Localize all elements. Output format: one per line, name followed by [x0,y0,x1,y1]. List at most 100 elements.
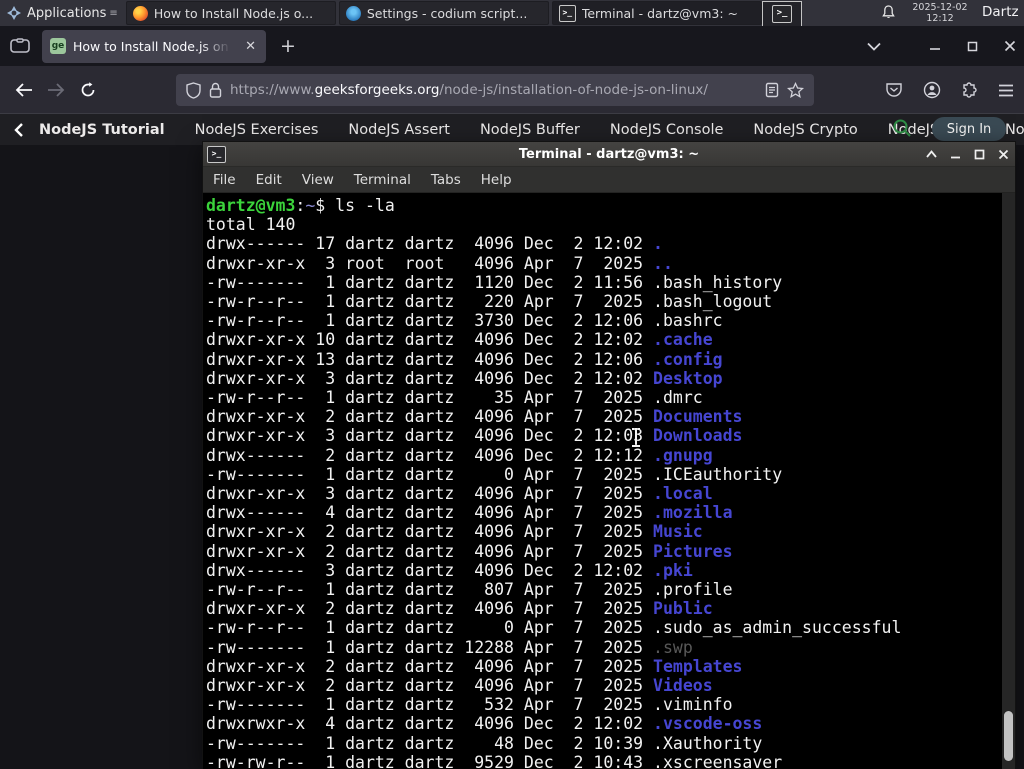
scrollbar-thumb[interactable] [1004,711,1013,761]
file-listing: drwx------ 17 dartz dartz 4096 Dec 2 12:… [206,234,1002,769]
list-all-tabs-icon[interactable] [867,42,881,51]
listing-row: drwxr-xr-x 13 dartz dartz 4096 Dec 2 12:… [206,349,723,369]
terminal-menu-item[interactable]: Edit [246,172,292,188]
window-shade-icon[interactable] [926,150,937,158]
file-name: .bashrc [653,311,723,331]
firefox-toolbar: https://www.geeksforgeeks.org/node-js/in… [0,66,1024,114]
listing-row: drwx------ 3 dartz dartz 4096 Dec 2 12:0… [206,560,693,580]
file-name: Music [653,522,703,542]
browser-tab-active[interactable]: ge How to Install Node.js on ✕ [42,29,266,63]
listing-row: drwxr-xr-x 2 dartz dartz 4096 Apr 7 2025… [206,599,713,619]
window-minimize-icon[interactable] [950,149,961,159]
window-close-icon[interactable] [998,149,1009,160]
listing-row: drwxr-xr-x 3 dartz dartz 4096 Apr 7 2025… [206,484,713,504]
file-name: .profile [653,580,733,600]
terminal-menu-item[interactable]: View [292,172,344,188]
terminal-menu-item[interactable]: Help [471,172,522,188]
file-name: .dmrc [653,388,703,408]
site-search-icon[interactable] [892,118,912,138]
new-tab-button[interactable]: + [280,35,296,57]
window-maximize-icon[interactable] [974,149,985,160]
window-app-icon [132,5,148,21]
url-bar[interactable]: https://www.geeksforgeeks.org/node-js/in… [176,74,814,106]
terminal-menubar: File Edit View Terminal Tabs Help [203,167,1015,193]
site-nav-link[interactable]: NodeJS Console [610,122,724,138]
hamburger-menu-icon[interactable] [998,84,1014,97]
site-nav-link[interactable]: Node [1005,122,1024,138]
listing-row: drwxr-xr-x 2 dartz dartz 4096 Apr 7 2025… [206,676,713,696]
url-text: https://www.geeksforgeeks.org/node-js/in… [230,82,708,98]
user-menu[interactable]: Dartz [982,4,1019,20]
signin-button[interactable]: Sign In [932,117,1006,141]
reader-view-icon[interactable] [765,82,779,98]
file-name: .xscreensaver [653,752,783,769]
window-maximize-icon[interactable] [967,41,978,52]
site-nav-link[interactable]: NodeJS Tutorial [39,122,165,138]
lock-icon[interactable] [209,82,222,98]
site-nav-link[interactable]: NodeJS Crypto [753,122,857,138]
site-nav-link[interactable]: NodeJS Assert [348,122,450,138]
taskbar-window-button[interactable]: How to Install Node.js o... [125,1,336,25]
terminal-screen[interactable]: dartz@vm3:~$ ls -la total 140 drwx------… [203,193,1015,769]
file-name: .Xauthority [653,733,763,753]
file-name: .config [653,349,723,369]
window-close-icon[interactable] [1004,40,1016,52]
file-name: .mozilla [653,503,733,523]
site-nav-link[interactable]: NodeJS Exercises [195,122,319,138]
prompt-line: dartz@vm3:~$ ls -la [206,196,395,215]
terminal-titlebar[interactable]: Terminal - dartz@vm3: ~ [203,142,1015,167]
terminal-menu-item[interactable]: Terminal [344,172,421,188]
file-name: Pictures [653,541,733,561]
listing-row: -rw------- 1 dartz dartz 48 Dec 2 10:39 … [206,733,763,753]
tray-terminal-icon[interactable] [762,1,802,27]
bookmark-star-icon[interactable] [787,82,804,98]
forward-icon[interactable] [40,74,72,106]
firefox-tab-bar: ge How to Install Node.js on ✕ + [0,26,1024,66]
listing-row: drwx------ 17 dartz dartz 4096 Dec 2 12:… [206,234,663,254]
tab-close-icon[interactable]: ✕ [243,39,258,54]
nav-back-chevron-icon[interactable] [14,123,23,137]
file-name: .local [653,484,713,504]
listing-row: -rw-r--r-- 1 dartz dartz 807 Apr 7 2025 … [206,580,733,600]
file-name: .. [653,253,673,273]
panel-clock[interactable]: 2025-12-02 12:12 [908,2,972,24]
firefox-view-icon[interactable] [10,38,30,54]
site-nav-link[interactable]: NodeJS Buffer [480,122,580,138]
listing-row: -rw------- 1 dartz dartz 532 Apr 7 2025 … [206,695,733,715]
geeksforgeeks-favicon: ge [50,38,66,54]
terminal-title: Terminal - dartz@vm3: ~ [518,146,700,162]
window-app-icon [558,4,576,22]
taskbar-window-button[interactable]: Settings - codium script... [338,1,549,25]
shield-icon[interactable] [186,81,201,99]
file-name: .viminfo [653,695,733,715]
listing-row: -rw------- 1 dartz dartz 1120 Dec 2 11:5… [206,272,783,292]
file-name: .vscode-oss [653,714,763,734]
clock-date: 2025-12-02 [912,2,968,13]
reload-icon[interactable] [72,74,104,106]
distro-logo-icon [6,5,22,21]
file-name: .pki [653,560,693,580]
terminal-menu-item[interactable]: File [203,172,246,188]
terminal-menu-item[interactable]: Tabs [421,172,471,188]
applications-menu-button[interactable]: Applications ≡ [0,0,123,26]
back-icon[interactable] [8,74,40,106]
window-minimize-icon[interactable] [929,40,941,52]
terminal-scrollbar[interactable] [1002,193,1015,769]
listing-row: -rw-r--r-- 1 dartz dartz 3730 Dec 2 12:0… [206,311,723,331]
terminal-icon [207,145,226,163]
extensions-icon[interactable] [961,81,978,99]
notification-bell-icon[interactable] [880,4,897,21]
listing-row: drwxr-xr-x 10 dartz dartz 4096 Dec 2 12:… [206,330,713,350]
window-app-icon [345,5,361,21]
terminal-icon [772,5,792,23]
applications-label: Applications [27,5,107,21]
clock-time: 12:12 [926,13,954,24]
taskbar-window-button[interactable]: Terminal - dartz@vm3: ~ [551,1,762,25]
site-nav-items: NodeJS Tutorial NodeJS Exercises NodeJS … [33,122,1024,138]
file-name: Downloads [653,426,743,446]
listing-row: drwxr-xr-x 3 dartz dartz 4096 Dec 2 12:0… [206,368,723,388]
listing-row: drwxr-xr-x 2 dartz dartz 4096 Apr 7 2025… [206,522,703,542]
listing-row: -rw-r--r-- 1 dartz dartz 0 Apr 7 2025 .s… [206,618,902,638]
account-icon[interactable] [923,81,941,99]
pocket-icon[interactable] [885,81,903,99]
